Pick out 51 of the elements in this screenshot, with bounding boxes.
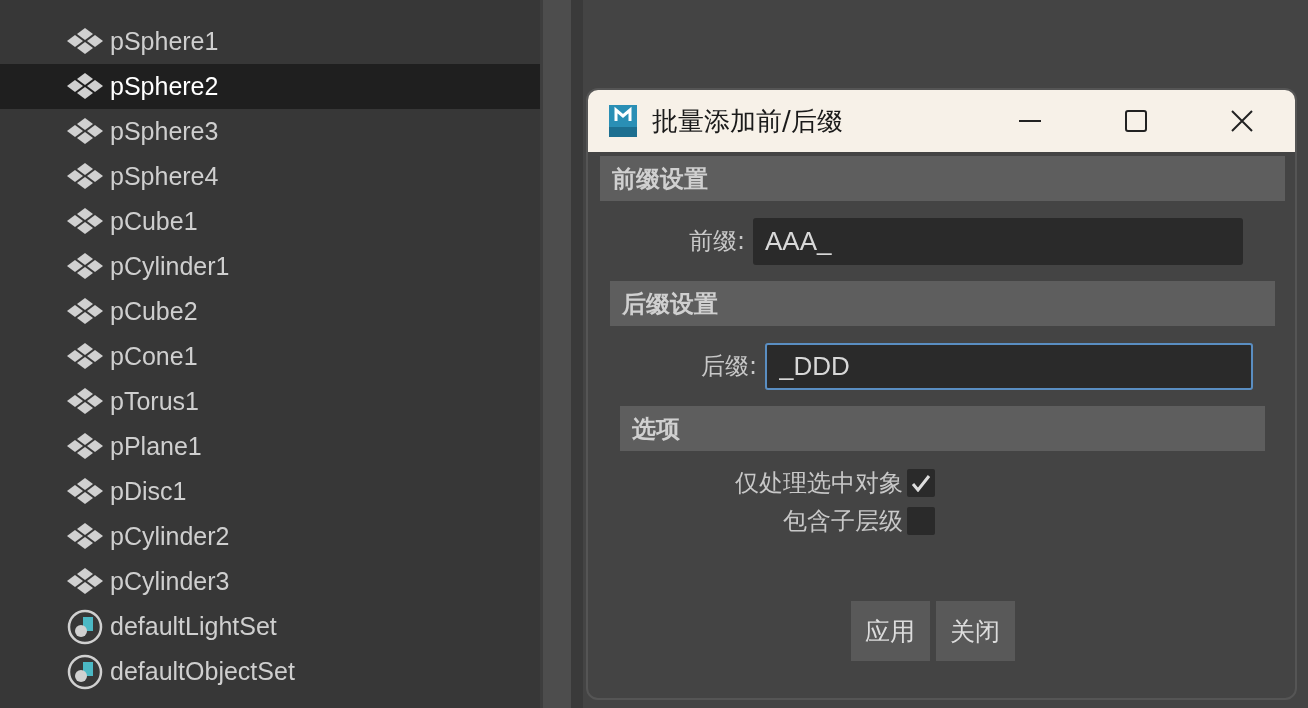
maximize-icon: [1124, 109, 1148, 133]
section-header: 前缀设置: [600, 156, 1285, 201]
window-title: 批量添加前/后缀: [652, 104, 844, 138]
section-header: 选项: [620, 406, 1265, 451]
option-label: 包含子层级: [783, 506, 903, 537]
scrollbar[interactable]: [540, 0, 583, 708]
outliner-item[interactable]: pSphere2: [0, 64, 540, 109]
item-label: pSphere1: [110, 27, 219, 56]
item-label: pTorus1: [110, 387, 199, 416]
dialog-button[interactable]: 应用: [850, 601, 930, 661]
item-label: pDisc1: [110, 477, 187, 506]
mesh-icon: [66, 386, 104, 417]
item-label: pSphere2: [110, 72, 219, 101]
text-field[interactable]: AAA_: [753, 217, 1243, 265]
mesh-icon: [66, 206, 104, 237]
text-field[interactable]: _DDD: [765, 342, 1253, 390]
checkbox[interactable]: [907, 469, 935, 497]
item-label: pCylinder3: [110, 567, 230, 596]
mesh-icon: [66, 566, 104, 597]
section-header: 后缀设置: [610, 281, 1275, 326]
mesh-icon: [66, 251, 104, 282]
close-icon: [1230, 109, 1254, 133]
item-label: pPlane1: [110, 432, 202, 461]
item-label: defaultObjectSet: [110, 657, 295, 686]
minimize-icon: [1018, 120, 1042, 122]
dialog-button[interactable]: 关闭: [935, 601, 1015, 661]
item-label: pSphere4: [110, 162, 219, 191]
item-label: pCube1: [110, 207, 198, 236]
field-label: 后缀:: [700, 351, 757, 382]
item-label: pSphere3: [110, 117, 219, 146]
checkbox[interactable]: [907, 507, 935, 535]
field-label: 前缀:: [688, 226, 745, 257]
checkmark-icon: [911, 474, 931, 492]
mesh-icon: [66, 296, 104, 327]
mesh-icon: [66, 26, 104, 57]
mesh-icon: [66, 161, 104, 192]
mesh-icon: [66, 116, 104, 147]
mesh-icon: [66, 431, 104, 462]
item-label: pCylinder1: [110, 252, 230, 281]
item-label: pCylinder2: [110, 522, 230, 551]
option-label: 仅处理选中对象: [735, 468, 903, 499]
mesh-icon: [66, 71, 104, 102]
set-icon: [66, 653, 104, 690]
mesh-icon: [66, 521, 104, 552]
item-label: pCube2: [110, 297, 198, 326]
app-logo-icon: [606, 103, 640, 139]
mesh-icon: [66, 476, 104, 507]
item-label: defaultLightSet: [110, 612, 277, 641]
item-label: pCone1: [110, 342, 198, 371]
set-icon: [66, 608, 104, 645]
mesh-icon: [66, 341, 104, 372]
